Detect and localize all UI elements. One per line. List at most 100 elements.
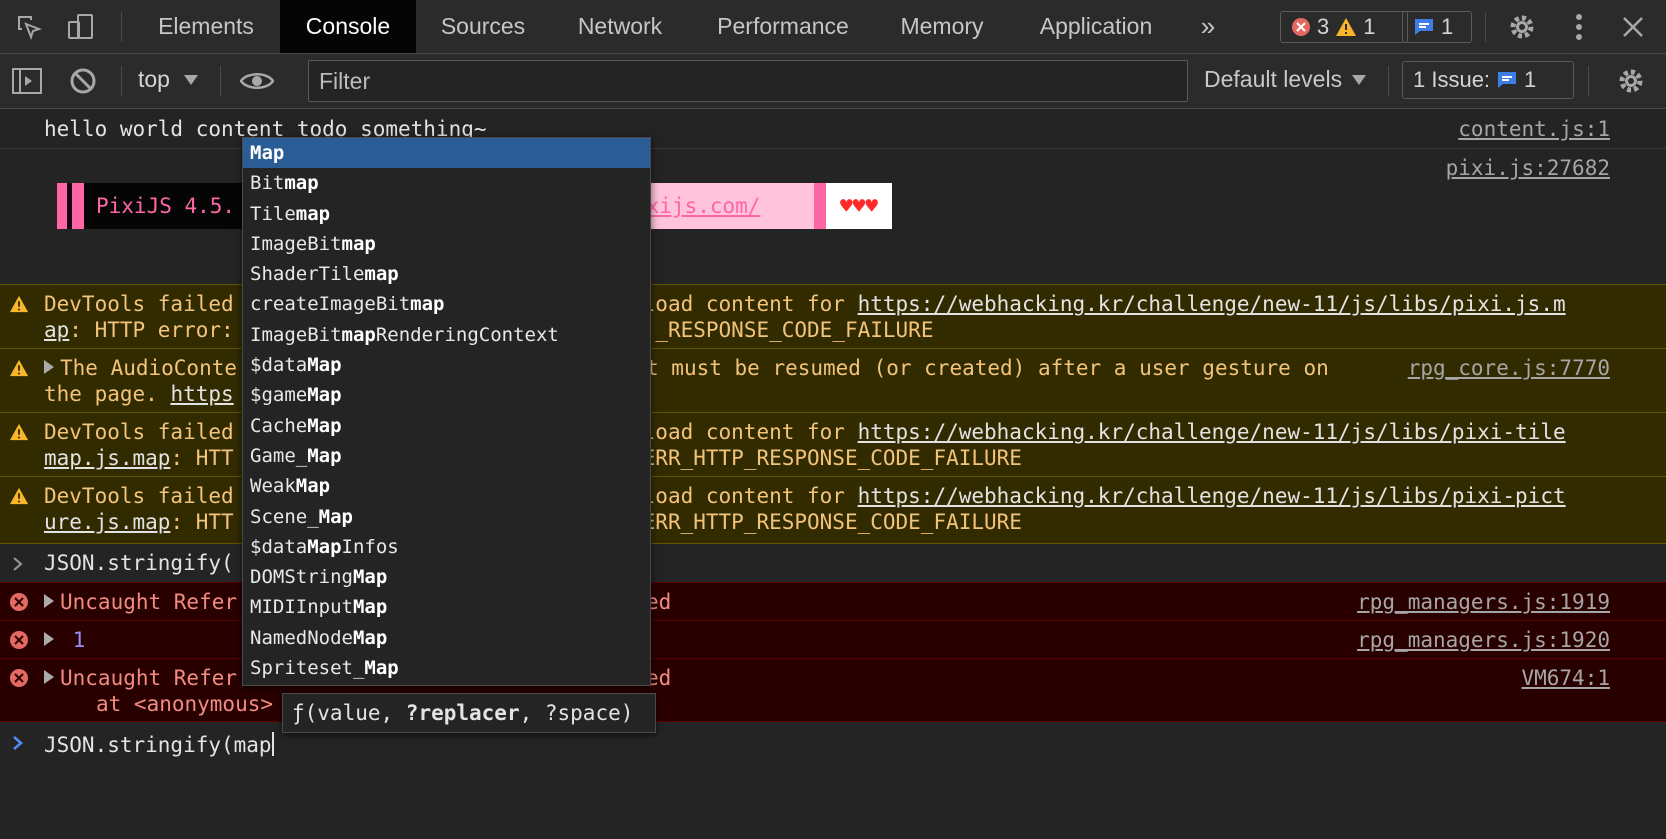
prompt-input-text[interactable]: JSON.stringify(map xyxy=(44,733,272,757)
autocomplete-item[interactable]: Bitmap xyxy=(243,168,650,198)
pixi-url-text[interactable]: ixijs.com/ xyxy=(634,183,814,229)
source-link[interactable]: rpg_managers.js:1919 xyxy=(1357,589,1610,615)
autocomplete-item[interactable]: ImageBitmap xyxy=(243,229,650,259)
console-prompt[interactable]: JSON.stringify(map xyxy=(0,726,1666,766)
autocomplete-item-match: map xyxy=(284,172,319,195)
log-levels-dropdown[interactable]: Default levels xyxy=(1204,66,1367,93)
close-icon[interactable] xyxy=(1616,10,1650,44)
console-toolbar: top Default levels 1 Issue: 1 xyxy=(0,54,1666,109)
stack-trace-text: at <anonymous> xyxy=(96,692,274,716)
tab-sources[interactable]: Sources xyxy=(416,0,550,53)
autocomplete-item-match: map xyxy=(341,323,376,346)
more-options-icon[interactable] xyxy=(1562,10,1596,44)
autocomplete-item[interactable]: Scene_Map xyxy=(243,502,650,532)
autocomplete-list[interactable]: Map Bitmap Tilemap ImageBitmap ShaderTilemap… xyxy=(242,137,651,686)
autocomplete-item-match: map xyxy=(341,232,376,255)
warning-text: DevTools failed xyxy=(44,420,234,444)
source-link[interactable]: pixi.js:27682 xyxy=(1446,155,1610,181)
autocomplete-item[interactable]: Tilemap xyxy=(243,199,650,229)
issues-button[interactable]: 1 Issue: 1 xyxy=(1402,61,1574,99)
autocomplete-item[interactable]: MIDIInputMap xyxy=(243,592,650,622)
message-icon xyxy=(1498,72,1517,88)
sourcemap-link[interactable]: https://webhacking.kr/challenge/new-11/j… xyxy=(858,292,1566,316)
chevron-right-icon xyxy=(13,557,23,571)
autocomplete-item[interactable]: Game_Map xyxy=(243,441,650,471)
tab-memory[interactable]: Memory xyxy=(878,0,1006,53)
warning-text: load content for xyxy=(642,420,858,444)
clear-console-icon[interactable] xyxy=(66,64,100,98)
source-link[interactable]: rpg_core.js:7770 xyxy=(1408,355,1610,381)
autocomplete-item[interactable]: Map xyxy=(243,138,650,169)
signature-suffix: , ?space) xyxy=(519,701,634,725)
autocomplete-item[interactable]: DOMStringMap xyxy=(243,562,650,592)
warning-icon xyxy=(9,295,29,313)
message-icon xyxy=(1415,19,1433,35)
issue-counters-button[interactable]: 3 1 xyxy=(1280,11,1408,43)
live-expression-eye-icon[interactable] xyxy=(240,64,274,98)
divider xyxy=(1388,66,1389,96)
expand-triangle-icon[interactable] xyxy=(44,632,54,646)
source-link[interactable]: rpg_managers.js:1920 xyxy=(1357,627,1610,653)
source-link[interactable]: content.js:1 xyxy=(1458,116,1610,142)
warning-text: ERR_HTTP_RESPONSE_CODE_FAILURE xyxy=(642,510,1022,534)
sourcemap-link[interactable]: ap xyxy=(44,318,69,342)
warning-text: : HTT xyxy=(170,446,234,470)
autocomplete-item-match: Map xyxy=(364,657,399,680)
expand-triangle-icon[interactable] xyxy=(44,360,54,374)
warning-text: load content for xyxy=(642,292,858,316)
tab-elements[interactable]: Elements xyxy=(136,0,276,53)
autocomplete-item-pre: Game_ xyxy=(250,444,308,467)
device-toolbar-icon[interactable] xyxy=(64,10,98,44)
source-link[interactable]: VM674:1 xyxy=(1521,665,1610,691)
warning-link[interactable]: https xyxy=(170,382,233,406)
autocomplete-item[interactable]: createImageBitmap xyxy=(243,289,650,319)
autocomplete-item-match: Map xyxy=(318,505,353,528)
messages-counter-button[interactable]: 1 xyxy=(1402,11,1472,43)
more-tabs-button[interactable]: » xyxy=(1184,0,1232,53)
error-count: 3 xyxy=(1317,14,1330,39)
signature-prefix: ƒ(value, xyxy=(292,701,406,725)
input-echo-text: JSON.stringify( xyxy=(44,551,234,575)
error-value: 1 xyxy=(72,628,86,652)
autocomplete-item-match: Map xyxy=(352,596,388,619)
autocomplete-item[interactable]: $dataMapInfos xyxy=(243,532,650,562)
autocomplete-item[interactable]: ImageBitmapRenderingContext xyxy=(243,320,650,350)
autocomplete-item-match: map xyxy=(364,263,399,286)
autocomplete-item-match: map xyxy=(410,293,445,316)
warning-text: ERR_HTTP_RESPONSE_CODE_FAILURE xyxy=(642,446,1022,470)
autocomplete-item-match: Map xyxy=(250,142,285,164)
autocomplete-item-pre: Tile xyxy=(250,202,296,225)
autocomplete-item-pre: $game xyxy=(250,384,308,407)
tab-performance[interactable]: Performance xyxy=(690,0,876,53)
autocomplete-item[interactable]: ShaderTilemap xyxy=(243,259,650,289)
expand-triangle-icon[interactable] xyxy=(44,594,54,608)
sourcemap-link[interactable]: map.js.map xyxy=(44,446,170,470)
console-settings-gear-icon[interactable] xyxy=(1614,64,1648,98)
tab-console[interactable]: Console xyxy=(280,0,416,53)
autocomplete-item[interactable]: NamedNodeMap xyxy=(243,623,650,653)
autocomplete-item-pre: ShaderTile xyxy=(250,263,365,286)
filter-input[interactable] xyxy=(308,60,1188,102)
autocomplete-item[interactable]: CacheMap xyxy=(243,411,650,441)
warning-text: _RESPONSE_CODE_FAILURE xyxy=(655,318,934,342)
inspect-element-icon[interactable] xyxy=(12,10,46,44)
autocomplete-item[interactable]: $dataMap xyxy=(243,350,650,380)
sourcemap-link[interactable]: https://webhacking.kr/challenge/new-11/j… xyxy=(858,484,1566,508)
tab-network[interactable]: Network xyxy=(554,0,686,53)
error-icon xyxy=(10,631,28,649)
autocomplete-item[interactable]: Spriteset_Map xyxy=(243,653,650,683)
settings-gear-icon[interactable] xyxy=(1505,10,1539,44)
tab-application[interactable]: Application xyxy=(1010,0,1182,53)
sourcemap-link[interactable]: ure.js.map xyxy=(44,510,170,534)
issues-count: 1 xyxy=(1524,67,1537,92)
autocomplete-item[interactable]: $gameMap xyxy=(243,380,650,410)
autocomplete-item[interactable]: WeakMap xyxy=(243,471,650,501)
context-selector[interactable]: top xyxy=(138,66,198,93)
autocomplete-item-pre: Bit xyxy=(250,172,285,195)
sourcemap-link[interactable]: https://webhacking.kr/challenge/new-11/j… xyxy=(858,420,1566,444)
autocomplete-item-match: Map xyxy=(307,384,342,407)
expand-triangle-icon[interactable] xyxy=(44,670,54,684)
show-sidebar-icon[interactable] xyxy=(10,64,44,98)
autocomplete-item-pre: createImageBit xyxy=(250,293,411,316)
autocomplete-item-pre: MIDIInput xyxy=(250,596,353,619)
